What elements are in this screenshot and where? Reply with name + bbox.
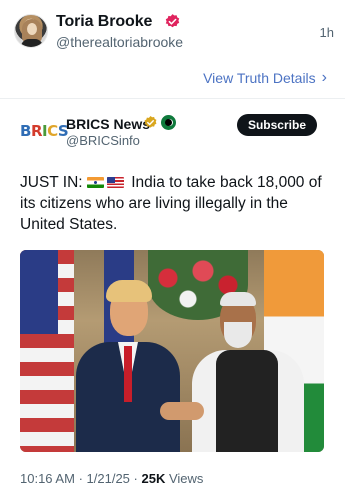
- author-display-name[interactable]: Toria Brooke: [56, 13, 152, 31]
- divider: [0, 98, 345, 99]
- author-avatar[interactable]: [14, 14, 48, 48]
- meta-separator: ·: [78, 471, 83, 486]
- subscribe-button[interactable]: Subscribe: [236, 114, 317, 136]
- verified-badge-icon: [165, 14, 180, 28]
- post-photo[interactable]: [20, 250, 324, 452]
- post-text: JUST IN: India to take back 18,000 of it…: [20, 172, 330, 235]
- meta-separator: ·: [133, 471, 138, 486]
- india-flag-icon: [86, 177, 104, 188]
- quoted-author-name[interactable]: BRICS News: [66, 116, 150, 132]
- quoted-author-handle[interactable]: @BRICSinfo: [66, 133, 140, 148]
- avatar-face: [27, 23, 37, 35]
- person-right-beard: [224, 322, 252, 348]
- post-meta: 10:16 AM · 1/21/25 · 25K Views: [20, 471, 203, 486]
- view-truth-details-link[interactable]: View Truth Details ›: [203, 69, 327, 87]
- post-date: 1/21/25: [86, 471, 130, 486]
- view-truth-details-label: View Truth Details: [203, 70, 316, 86]
- views-label: Views: [168, 471, 204, 486]
- author-handle[interactable]: @therealtoriabrooke: [56, 34, 183, 50]
- person-right-vest: [216, 350, 278, 452]
- avatar-body: [21, 39, 43, 47]
- post-text-prefix: JUST IN:: [20, 174, 83, 191]
- post-time: 10:16 AM: [20, 471, 75, 486]
- views-count[interactable]: 25K: [142, 471, 166, 486]
- person-left-hair: [106, 280, 152, 302]
- handshake: [160, 402, 204, 420]
- chevron-right-icon: ›: [321, 69, 327, 86]
- brics-logo[interactable]: BRICS: [20, 122, 69, 140]
- person-right-hair: [220, 292, 256, 306]
- flag-badge-icon: [161, 115, 176, 130]
- quoted-post-header: BRICS BRICS News @BRICSinfo Subscribe: [20, 112, 325, 152]
- post-header: Toria Brooke @therealtoriabrooke 1h: [14, 12, 334, 52]
- gold-verified-icon: [144, 115, 157, 128]
- us-flag-icon: [106, 177, 124, 188]
- us-flag-backdrop: [20, 250, 74, 452]
- post-timestamp[interactable]: 1h: [320, 25, 334, 40]
- person-left-tie: [124, 346, 132, 402]
